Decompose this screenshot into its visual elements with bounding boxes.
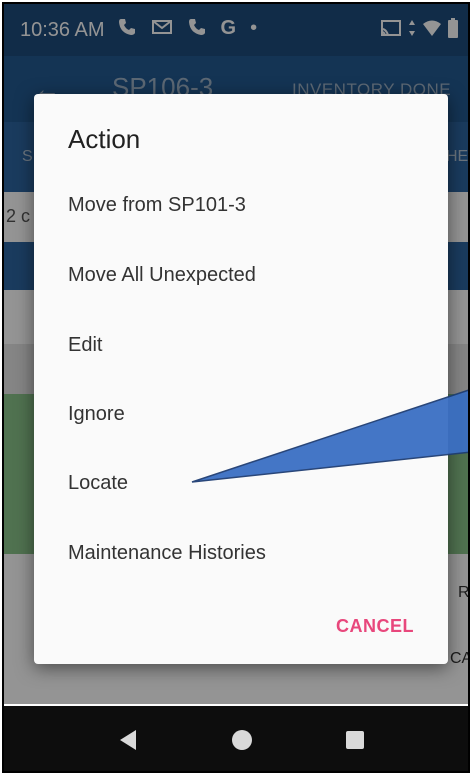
- annotation-arrow-icon: [191, 389, 468, 483]
- phone-screen: 10:36 AM G • ← SP106-3 INVENTORY DONE S …: [2, 2, 470, 773]
- nav-recents-icon[interactable]: [346, 731, 364, 749]
- nav-back-icon[interactable]: [120, 730, 136, 750]
- nav-home-icon[interactable]: [232, 730, 252, 750]
- navigation-bar: [4, 706, 468, 771]
